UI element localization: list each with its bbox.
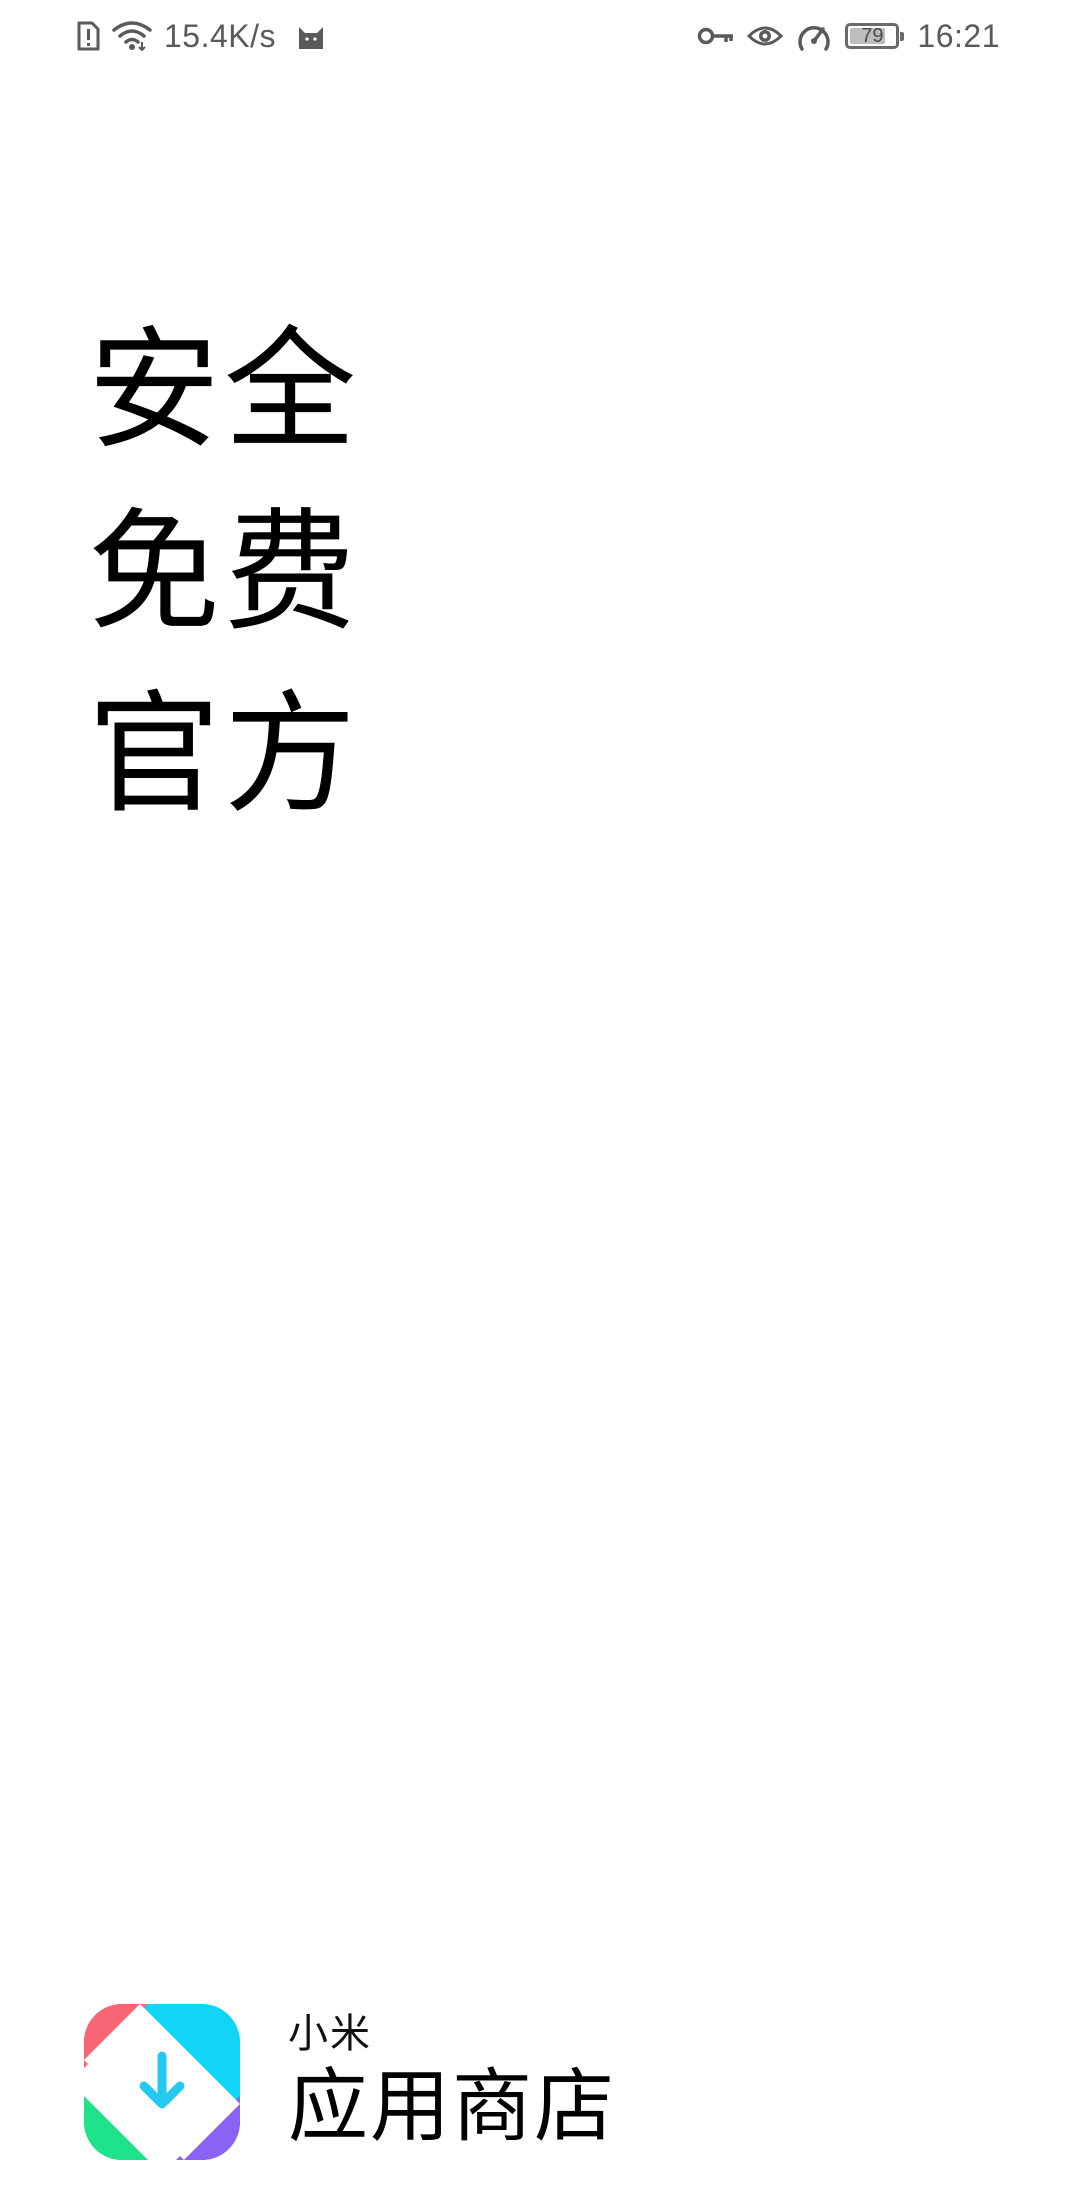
- battery-level: 79: [861, 25, 884, 47]
- speed-icon: [795, 19, 833, 53]
- mi-app-store-logo-icon: [84, 2004, 240, 2160]
- clock: 16:21: [917, 18, 1000, 54]
- cat-app-icon: [296, 21, 326, 51]
- slogan-line-official: 官方: [88, 678, 360, 832]
- status-bar-left: 15.4K/s: [76, 16, 326, 56]
- slogan-line-safe: 安全: [88, 314, 360, 468]
- status-bar-right: 79 16:21: [697, 16, 1000, 56]
- brand-subtitle: 小米: [288, 2011, 372, 2057]
- sim-alert-icon: [76, 21, 100, 51]
- brand-title: 应用商店: [288, 2060, 616, 2153]
- brand-footer: 小米 应用商店: [84, 2004, 616, 2160]
- brand-text: 小米 应用商店: [288, 2009, 616, 2155]
- slogan-line-free: 免费: [88, 496, 360, 650]
- key-icon: [697, 24, 735, 48]
- slogan-block: 安全 免费 官方: [88, 300, 360, 846]
- battery-icon: 79: [845, 23, 905, 49]
- network-speed: 15.4K/s: [164, 18, 277, 54]
- wifi-icon: [112, 20, 152, 52]
- eye-icon: [747, 23, 784, 49]
- status-bar: 15.4K/s 79 16:21: [0, 0, 1080, 74]
